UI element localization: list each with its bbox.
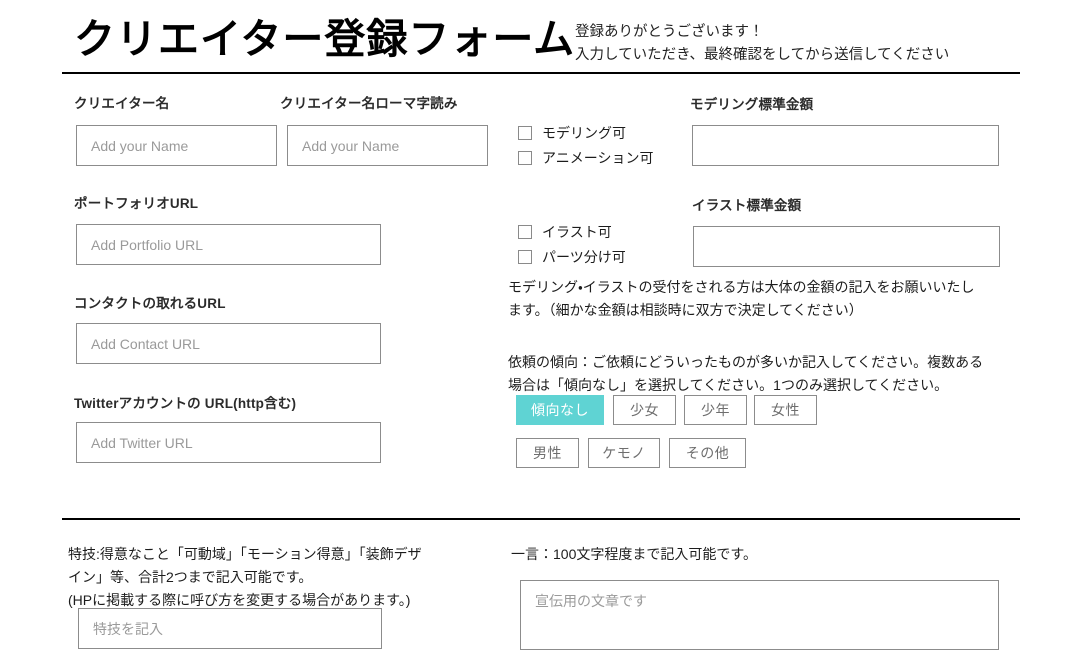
comment-note: 一言：100文字程度まで記入可能です。 bbox=[511, 543, 1011, 566]
checkbox-modeling-label: モデリング可 bbox=[542, 125, 626, 141]
portfolio-url-input[interactable] bbox=[76, 224, 381, 265]
tendency-tag-boy-label: 少年 bbox=[701, 402, 730, 418]
modeling-price-input[interactable] bbox=[692, 125, 999, 166]
tendency-tag-other-label: その他 bbox=[685, 445, 730, 461]
illust-price-input[interactable] bbox=[693, 226, 1000, 267]
section-divider bbox=[62, 518, 1020, 520]
tendency-tag-boy[interactable]: 少年 bbox=[684, 395, 747, 425]
form-header: クリエイター登録フォーム 登録ありがとうございます！ 入力していただき、最終確認… bbox=[62, 8, 1020, 73]
twitter-url-label: Twitterアカウントの URL(http含む) bbox=[74, 396, 297, 411]
page-title: クリエイター登録フォーム bbox=[74, 16, 576, 62]
creator-name-input[interactable] bbox=[76, 125, 277, 166]
checkbox-row-animation[interactable]: アニメーション可 bbox=[518, 149, 653, 167]
illust-price-label: イラスト標準金額 bbox=[692, 198, 802, 213]
header-note-line-1: 登録ありがとうございます！ bbox=[575, 24, 764, 40]
header-divider bbox=[62, 72, 1020, 74]
tendency-tag-female-label: 女性 bbox=[771, 402, 800, 418]
creator-name-romaji-input[interactable] bbox=[287, 125, 488, 166]
specialty-note: 特技:得意なこと「可動域」「モーション得意」「装飾デザ イン」等、合計2つまで記… bbox=[68, 543, 498, 612]
comment-note-line-1: 一言：100文字程度まで記入可能です。 bbox=[511, 546, 757, 562]
comment-textarea[interactable] bbox=[520, 580, 999, 650]
tendency-tag-male[interactable]: 男性 bbox=[516, 438, 579, 468]
tendency-tag-girl-label: 少女 bbox=[630, 402, 659, 418]
checkbox-animation-box[interactable] bbox=[518, 151, 532, 165]
twitter-url-input[interactable] bbox=[76, 422, 381, 463]
checkbox-parts-split-box[interactable] bbox=[518, 250, 532, 264]
portfolio-url-label: ポートフォリオURL bbox=[74, 196, 199, 211]
contact-url-input[interactable] bbox=[76, 323, 381, 364]
price-note: モデリング・イラストの受付をされる方は大体の金額の記入をお願いいたし ます。（細… bbox=[508, 276, 1013, 322]
specialty-note-line-2: イン」等、合計2つまで記入可能です。 bbox=[68, 569, 313, 585]
specialty-input[interactable] bbox=[78, 608, 382, 649]
tendency-tag-male-label: 男性 bbox=[533, 445, 562, 461]
tendency-tag-other[interactable]: その他 bbox=[669, 438, 746, 468]
checkbox-row-modeling[interactable]: モデリング可 bbox=[518, 124, 626, 142]
creator-name-romaji-label: クリエイター名ローマ字読み bbox=[280, 96, 458, 111]
contact-url-label: コンタクトの取れるURL bbox=[74, 296, 226, 311]
checkbox-parts-split-label: パーツ分け可 bbox=[542, 249, 626, 265]
price-note-line-2: ます。（細かな金額は相談時に双方で決定してください） bbox=[508, 302, 863, 318]
tendency-note-line-1: 依頼の傾向：ご依頼にどういったものが多いか記入してください。複数ある bbox=[508, 354, 984, 370]
modeling-price-label: モデリング標準金額 bbox=[690, 97, 814, 112]
tendency-note-line-2: 場合は「傾向なし」を選択してください。1つのみ選択してください。 bbox=[508, 377, 949, 393]
creator-registration-form-page: クリエイター登録フォーム 登録ありがとうございます！ 入力していただき、最終確認… bbox=[0, 0, 1083, 650]
checkbox-modeling-box[interactable] bbox=[518, 126, 532, 140]
price-note-line-1: モデリング・イラストの受付をされる方は大体の金額の記入をお願いいたし bbox=[508, 279, 975, 295]
tendency-tag-kemono-label: ケモノ bbox=[602, 445, 646, 461]
tendency-tag-none-label: 傾向なし bbox=[531, 402, 589, 418]
header-note-line-2: 入力していただき、最終確認をしてから送信してください bbox=[575, 47, 950, 63]
creator-name-label: クリエイター名 bbox=[74, 96, 170, 111]
checkbox-row-parts-split[interactable]: パーツ分け可 bbox=[518, 248, 626, 266]
header-note: 登録ありがとうございます！ 入力していただき、最終確認をしてから送信してください bbox=[575, 21, 1025, 67]
tendency-tag-none[interactable]: 傾向なし bbox=[516, 395, 604, 425]
checkbox-illustration-box[interactable] bbox=[518, 225, 532, 239]
checkbox-animation-label: アニメーション可 bbox=[542, 150, 654, 166]
tendency-tag-girl[interactable]: 少女 bbox=[613, 395, 676, 425]
tendency-note: 依頼の傾向：ご依頼にどういったものが多いか記入してください。複数ある 場合は「傾… bbox=[508, 351, 1013, 397]
checkbox-row-illustration[interactable]: イラスト可 bbox=[518, 223, 612, 241]
specialty-note-line-1: 特技:得意なこと「可動域」「モーション得意」「装飾デザ bbox=[68, 546, 422, 562]
tendency-tag-female[interactable]: 女性 bbox=[754, 395, 817, 425]
checkbox-illustration-label: イラスト可 bbox=[542, 224, 612, 240]
tendency-tag-kemono[interactable]: ケモノ bbox=[588, 438, 660, 468]
